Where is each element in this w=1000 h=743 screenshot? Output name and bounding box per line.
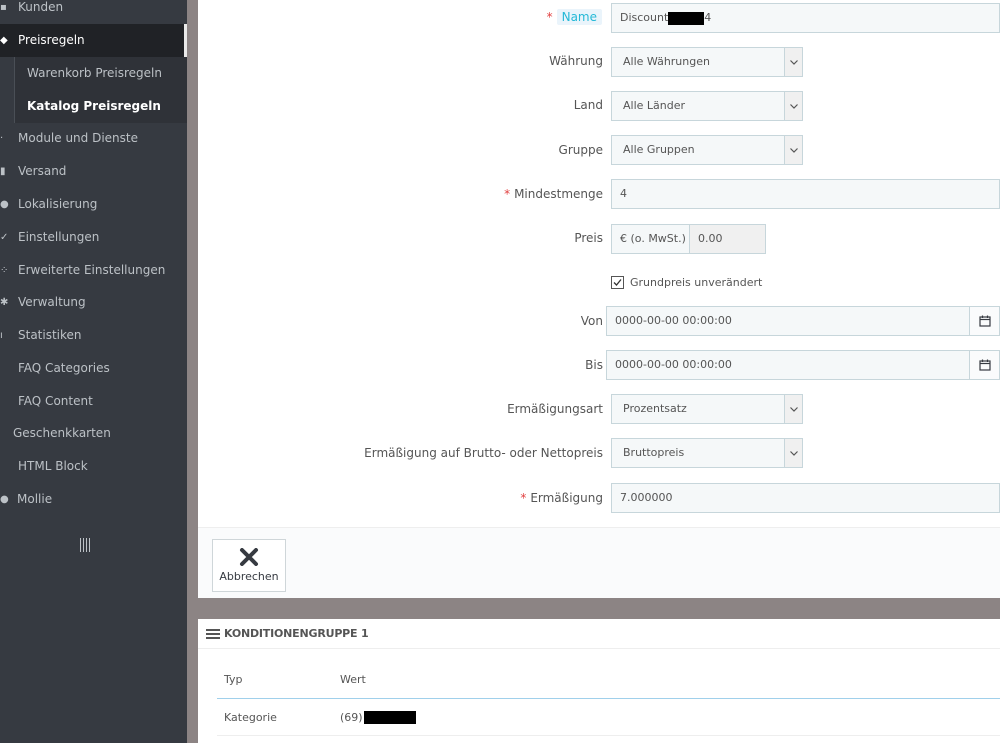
brutto-netto-select[interactable]: Bruttopreis (611, 438, 803, 468)
preis-currency-addon: € (o. MwSt.) (611, 224, 690, 254)
sidebar-item-lokalisierung[interactable]: ● Lokalisierung (0, 188, 187, 221)
cogs-icon: ⁘ (0, 265, 9, 276)
chevron-down-icon (784, 439, 802, 467)
gruppe-label: Gruppe (558, 143, 603, 157)
brutto-netto-label: Ermäßigung auf Brutto- oder Nettopreis (364, 446, 603, 460)
land-label: Land (573, 98, 603, 112)
sidebar-item-preisregeln[interactable]: ◆ Preisregeln (0, 24, 187, 57)
sidebar-item-html-block[interactable]: HTML Block (0, 450, 187, 483)
von-date-input[interactable]: 0000-00-00 00:00:00 (606, 306, 1000, 336)
bis-label: Bis (585, 358, 603, 372)
chevron-down-icon (784, 92, 802, 120)
preis-input[interactable]: 0.00 (689, 224, 766, 254)
calendar-icon[interactable] (969, 307, 999, 335)
sidebar: ▪ Kunden ◆ Preisregeln Warenkorb Preisre… (0, 0, 187, 743)
truck-icon: ▮ (0, 166, 6, 177)
cancel-button[interactable]: Abbrechen (212, 539, 286, 592)
sidebar-item-statistiken[interactable]: ı Statistiken (0, 319, 187, 352)
ermaessigung-input[interactable]: 7.000000 (611, 483, 1000, 513)
table-cell-typ: Kategorie (224, 711, 277, 724)
ermaessigungsart-select[interactable]: Prozentsatz (611, 394, 803, 424)
table-row-divider (217, 735, 1000, 736)
sidebar-subitem-katalog-preisregeln[interactable]: Katalog Preisregeln (14, 90, 187, 123)
redacted-text (363, 711, 416, 724)
sidebar-item-mollie[interactable]: ● Mollie (0, 483, 187, 516)
chevron-down-icon (784, 136, 802, 164)
list-icon (206, 628, 220, 639)
calendar-icon[interactable] (969, 351, 999, 379)
condition-group-header: KONDITIONENGRUPPE 1 (198, 619, 1000, 649)
ermaessigung-label: * Ermäßigung (520, 491, 603, 505)
sidebar-subitem-warenkorb-preisregeln[interactable]: Warenkorb Preisregeln (14, 57, 187, 90)
name-label: * Name (547, 8, 602, 26)
close-icon (240, 548, 258, 566)
mindestmenge-label: * Mindestmenge (504, 187, 603, 201)
sidebar-item-module-und-dienste[interactable]: · Module und Dienste (0, 122, 187, 155)
sidebar-collapse-toggle[interactable] (80, 538, 92, 554)
wrench-icon: ✓ (0, 232, 9, 243)
von-label: Von (580, 314, 603, 328)
mindestmenge-input[interactable]: 4 (611, 179, 1000, 209)
table-cell-wert: (69) (340, 711, 416, 724)
preis-label: Preis (574, 231, 603, 245)
sidebar-item-erweiterte-einstellungen[interactable]: ⁘ Erweiterte Einstellungen (0, 254, 187, 287)
condition-group-panel: KONDITIONENGRUPPE 1 Typ Wert Kategorie (… (198, 619, 1000, 743)
chevron-down-icon (784, 48, 802, 76)
puzzle-icon: · (0, 133, 4, 144)
sidebar-item-versand[interactable]: ▮ Versand (0, 155, 187, 188)
price-rule-form: * Name Discount 4 Währung Alle Währungen … (198, 0, 1000, 598)
redacted-text (668, 11, 705, 25)
column-header-typ: Typ (224, 673, 243, 686)
sidebar-item-faq-categories[interactable]: FAQ Categories (0, 352, 187, 385)
waehrung-select[interactable]: Alle Währungen (611, 47, 803, 77)
bar-chart-icon: ı (0, 330, 3, 341)
tag-icon: ◆ (0, 35, 8, 46)
grundpreis-label: Grundpreis unverändert (630, 276, 763, 289)
waehrung-label: Währung (549, 54, 603, 68)
gruppe-select[interactable]: Alle Gruppen (611, 135, 803, 165)
column-header-wert: Wert (340, 673, 366, 686)
ermaessigungsart-label: Ermäßigungsart (507, 402, 603, 416)
land-select[interactable]: Alle Länder (611, 91, 803, 121)
form-footer: Abbrechen (198, 527, 1000, 598)
gear-icon: ✱ (0, 297, 9, 308)
globe-icon: ● (0, 199, 9, 210)
sidebar-item-kunden[interactable]: ▪ Kunden (0, 0, 187, 24)
bis-date-input[interactable]: 0000-00-00 00:00:00 (606, 350, 1000, 380)
name-input[interactable]: Discount 4 (611, 3, 1000, 33)
user-icon: ▪ (0, 2, 7, 13)
sidebar-item-verwaltung[interactable]: ✱ Verwaltung (0, 286, 187, 319)
grundpreis-checkbox[interactable] (611, 276, 624, 289)
sidebar-item-einstellungen[interactable]: ✓ Einstellungen (0, 221, 187, 254)
sidebar-item-geschenkkarten[interactable]: Geschenkkarten (0, 417, 187, 450)
mollie-icon: ● (0, 494, 9, 505)
chevron-down-icon (784, 395, 802, 423)
grundpreis-checkbox-row[interactable]: Grundpreis unverändert (611, 276, 762, 289)
sidebar-item-faq-content[interactable]: FAQ Content (0, 385, 187, 418)
table-header-divider (217, 698, 1000, 699)
